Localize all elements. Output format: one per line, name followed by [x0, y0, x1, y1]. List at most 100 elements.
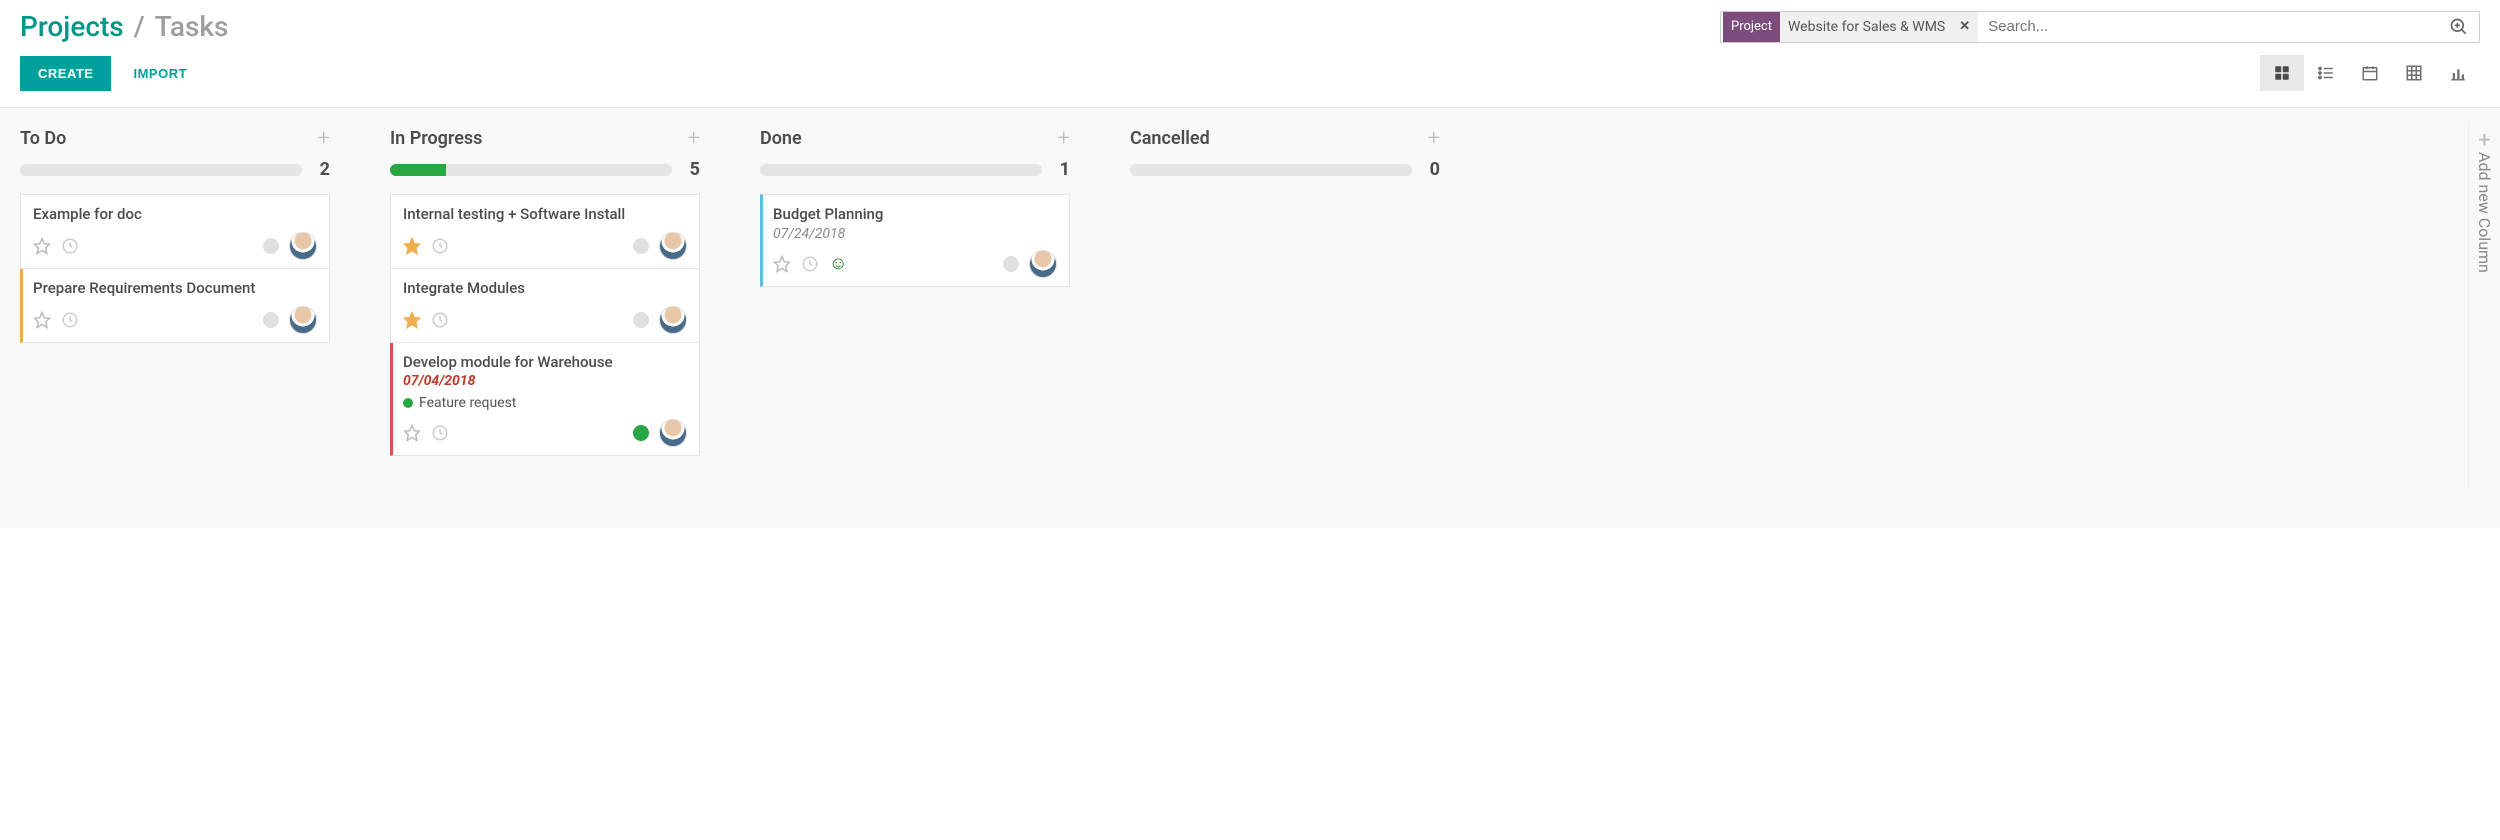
- column-header: In Progress +: [390, 122, 700, 153]
- kanban-card[interactable]: Develop module for Warehouse07/04/2018Fe…: [390, 343, 700, 457]
- star-icon[interactable]: [403, 424, 421, 442]
- view-kanban[interactable]: [2260, 55, 2304, 91]
- calendar-icon: [2361, 64, 2379, 82]
- card-title: Integrate Modules: [403, 279, 687, 298]
- column-progress: [20, 164, 302, 176]
- search-facet-value: Website for Sales & WMS: [1780, 12, 1951, 42]
- avatar[interactable]: [659, 306, 687, 334]
- clock-icon[interactable]: [431, 237, 449, 255]
- card-footer: [403, 306, 687, 334]
- column-progress-row: 0: [1130, 159, 1440, 180]
- column-header: Done +: [760, 122, 1070, 153]
- column-count: 2: [314, 159, 330, 180]
- column-progress-row: 1: [760, 159, 1070, 180]
- kanban-column: Cancelled +0: [1130, 122, 1440, 194]
- card-footer: [33, 306, 317, 334]
- kanban-card[interactable]: Integrate Modules: [390, 269, 700, 343]
- star-icon[interactable]: [33, 311, 51, 329]
- status-dot[interactable]: [633, 425, 649, 441]
- view-calendar[interactable]: [2348, 55, 2392, 91]
- view-list[interactable]: [2304, 55, 2348, 91]
- search-facet-label: Project: [1723, 12, 1780, 42]
- card-footer: [33, 232, 317, 260]
- column-count: 1: [1054, 159, 1070, 180]
- card-date: 07/24/2018: [773, 226, 1057, 242]
- avatar[interactable]: [659, 232, 687, 260]
- breadcrumb: Projects / Tasks: [20, 10, 228, 43]
- view-switcher: [2260, 55, 2480, 91]
- column-progress: [1130, 164, 1412, 176]
- graph-icon: [2449, 64, 2467, 82]
- pivot-icon: [2405, 64, 2423, 82]
- search-facet: Project Website for Sales & WMS ✕: [1723, 12, 1978, 42]
- status-dot[interactable]: [1003, 256, 1019, 272]
- card-footer: ☺: [773, 250, 1057, 278]
- avatar[interactable]: [659, 419, 687, 447]
- column-title: To Do: [20, 128, 66, 149]
- avatar[interactable]: [289, 306, 317, 334]
- plus-icon: +: [2478, 128, 2490, 153]
- card-tag: Feature request: [403, 395, 687, 411]
- avatar[interactable]: [289, 232, 317, 260]
- column-cards: Example for doc Prepare Requirements Docu…: [20, 194, 330, 343]
- clock-icon[interactable]: [801, 255, 819, 273]
- create-button[interactable]: CREATE: [20, 56, 111, 91]
- add-column-button[interactable]: +Add new Column: [2468, 122, 2500, 488]
- column-cards: Budget Planning 07/24/2018 ☺: [760, 194, 1070, 287]
- clock-icon[interactable]: [61, 311, 79, 329]
- star-icon[interactable]: [773, 255, 791, 273]
- column-title: Cancelled: [1130, 128, 1210, 149]
- avatar[interactable]: [1029, 250, 1057, 278]
- card-title: Prepare Requirements Document: [33, 279, 317, 298]
- kanban-board: To Do +2 Example for doc Prepare Requiremen…: [0, 108, 2500, 528]
- column-add-icon[interactable]: +: [318, 126, 330, 151]
- view-pivot[interactable]: [2392, 55, 2436, 91]
- star-icon[interactable]: [403, 311, 421, 329]
- search-input[interactable]: [1978, 18, 2439, 35]
- breadcrumb-root[interactable]: Projects: [20, 10, 124, 43]
- star-icon[interactable]: [33, 237, 51, 255]
- kanban-column: To Do +2 Example for doc Prepare Requiremen…: [20, 122, 330, 343]
- status-dot[interactable]: [633, 312, 649, 328]
- column-add-icon[interactable]: +: [1058, 126, 1070, 151]
- kanban-card[interactable]: Budget Planning 07/24/2018 ☺: [760, 194, 1070, 287]
- column-progress-row: 5: [390, 159, 700, 180]
- add-column-label: Add new Column: [2475, 152, 2494, 273]
- tag-dot-icon: [403, 398, 413, 408]
- column-count: 0: [1424, 159, 1440, 180]
- column-progress-row: 2: [20, 159, 330, 180]
- search-expand-icon[interactable]: [2439, 17, 2479, 37]
- card-title: Develop module for Warehouse: [403, 353, 687, 372]
- column-title: In Progress: [390, 128, 482, 149]
- kanban-card[interactable]: Internal testing + Software Install: [390, 194, 700, 269]
- column-header: To Do +: [20, 122, 330, 153]
- column-add-icon[interactable]: +: [688, 126, 700, 151]
- close-icon: ✕: [1959, 19, 1970, 34]
- list-icon: [2316, 64, 2336, 82]
- column-add-icon[interactable]: +: [1428, 126, 1440, 151]
- status-dot[interactable]: [263, 312, 279, 328]
- kanban-column: In Progress +5 Internal testing + Software…: [390, 122, 700, 456]
- column-progress: [760, 164, 1042, 176]
- star-icon[interactable]: [403, 237, 421, 255]
- kanban-card[interactable]: Example for doc: [20, 194, 330, 269]
- clock-icon[interactable]: [61, 237, 79, 255]
- import-button[interactable]: IMPORT: [119, 56, 201, 91]
- status-dot[interactable]: [263, 238, 279, 254]
- view-graph[interactable]: [2436, 55, 2480, 91]
- column-header: Cancelled +: [1130, 122, 1440, 153]
- column-title: Done: [760, 128, 802, 149]
- status-dot[interactable]: [633, 238, 649, 254]
- clock-icon[interactable]: [431, 424, 449, 442]
- search-bar[interactable]: Project Website for Sales & WMS ✕: [1720, 11, 2480, 43]
- kanban-card[interactable]: Prepare Requirements Document: [20, 269, 330, 343]
- search-facet-remove[interactable]: ✕: [1951, 12, 1978, 42]
- kanban-icon: [2273, 64, 2291, 82]
- card-title: Internal testing + Software Install: [403, 205, 687, 224]
- clock-icon[interactable]: [431, 311, 449, 329]
- breadcrumb-separator: /: [134, 10, 145, 43]
- column-count: 5: [684, 159, 700, 180]
- column-cards: Internal testing + Software Install Integ…: [390, 194, 700, 456]
- card-title: Budget Planning: [773, 205, 1057, 224]
- breadcrumb-current: Tasks: [155, 10, 229, 43]
